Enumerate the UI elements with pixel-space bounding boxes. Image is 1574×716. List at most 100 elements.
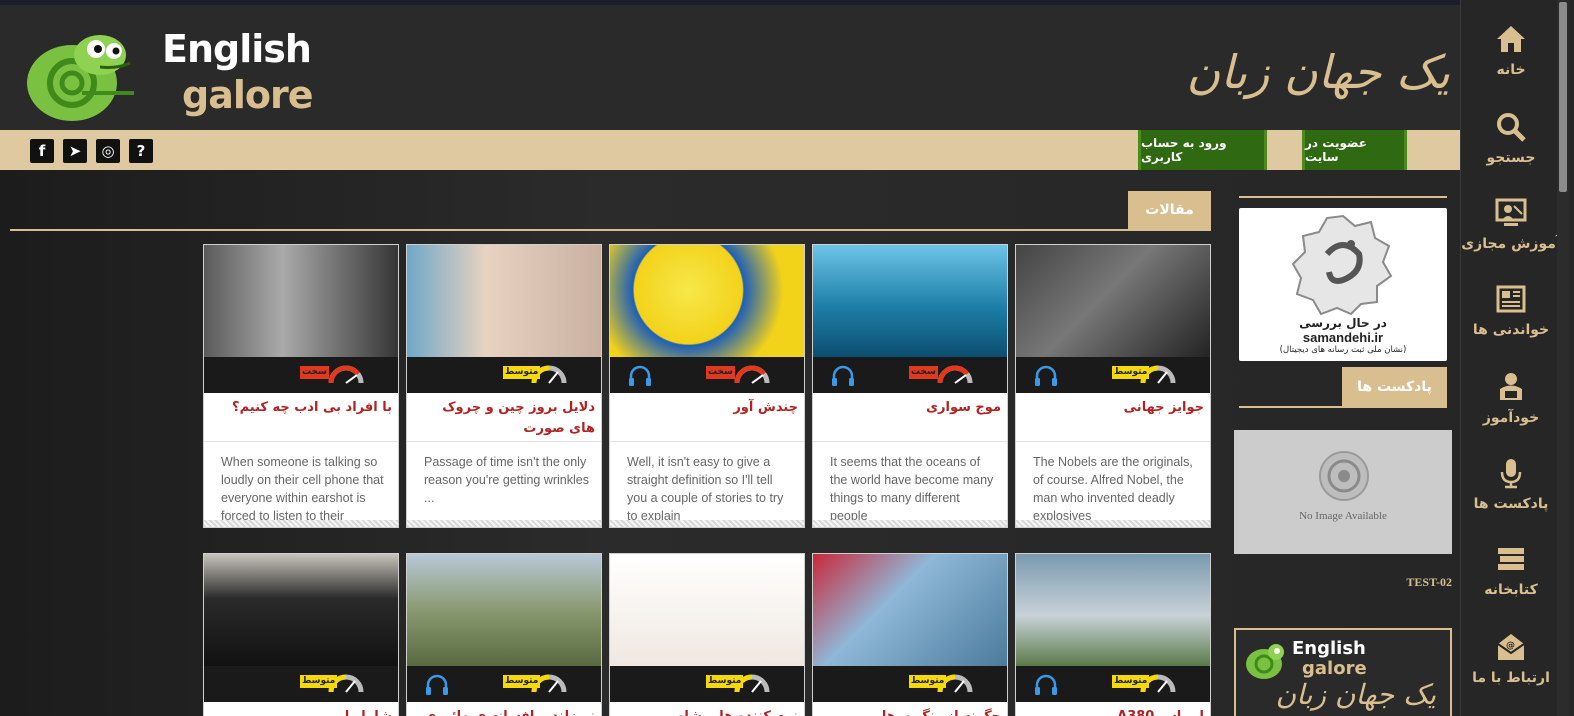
card-bottom-stripe: [407, 520, 601, 527]
article-thumbnail[interactable]: [204, 554, 398, 666]
article-card[interactable]: متوسط نرم کننده ها و شامپو: [609, 553, 805, 716]
slogan-calligraphy: یک جهان زبان: [1186, 45, 1450, 99]
nav-label: خودآموز: [1482, 410, 1540, 426]
top-bar: f ➤ ◎ ? ورود به حساب کاربری عضویت در سای…: [0, 130, 1460, 170]
nav-item-podcasts[interactable]: پادکست ها: [1461, 456, 1561, 542]
self-study-icon: [1500, 373, 1522, 400]
difficulty-label: سخت: [300, 366, 329, 379]
article-excerpt: The Nobels are the originals, of course.…: [1033, 455, 1193, 523]
article-card[interactable]: سخت موج سواری It seems that the oceans of …: [812, 244, 1008, 528]
card-separator: [610, 441, 804, 442]
nav-item-virtual-class[interactable]: آموزش مجازی: [1461, 196, 1561, 282]
article-title[interactable]: ایرباس A380: [1024, 706, 1204, 716]
article-card[interactable]: متوسط نیوزلند و افسانه ی مائوری: [406, 553, 602, 716]
headphones-icon[interactable]: [831, 365, 855, 387]
article-card[interactable]: سخت با افراد بی ادب چه کنیم؟ When someone …: [203, 244, 399, 528]
podcasts-divider: [1239, 406, 1447, 408]
article-title[interactable]: چندش آور: [618, 397, 798, 418]
svg-text:@: @: [1506, 641, 1515, 651]
headphones-icon[interactable]: [628, 365, 652, 387]
article-card[interactable]: متوسط دلایل بروز چین و چروک های صورت Passa…: [406, 244, 602, 528]
card-bottom-stripe: [610, 520, 804, 527]
podcasts-section-title[interactable]: پادکست ها: [1342, 367, 1447, 407]
articles-section-title[interactable]: مقالات: [1128, 191, 1211, 229]
article-meta-bar: متوسط: [813, 666, 1007, 702]
article-meta-bar: متوسط: [1016, 357, 1210, 393]
difficulty-gauge-icon: [937, 365, 973, 384]
chameleon-small-icon: [1246, 644, 1284, 679]
difficulty-label: متوسط: [300, 675, 338, 688]
nav-label: کتابخانه: [1484, 582, 1538, 598]
instagram-icon[interactable]: ◎: [96, 139, 120, 163]
nav-label: خانه: [1496, 62, 1526, 78]
help-icon[interactable]: ?: [129, 139, 153, 163]
banner-text-galore: galore: [1302, 658, 1367, 679]
article-title[interactable]: نرم کننده ها و شامپو: [618, 706, 798, 716]
site-banner[interactable]: English galore یک جهان زبان: [1234, 628, 1452, 716]
samandehi-seal-icon: [1291, 214, 1393, 316]
nav-item-readings[interactable]: خواندنی ها: [1461, 282, 1561, 368]
nav-item-search[interactable]: جستجو: [1461, 110, 1561, 196]
podcast-thumbnail[interactable]: No Image Available: [1234, 430, 1452, 554]
article-card[interactable]: سخت چندش آور Well, it isn't easy to give a…: [609, 244, 805, 528]
scrollbar-thumb[interactable]: [1559, 2, 1567, 192]
article-card[interactable]: متوسط شلوار لی: [203, 553, 399, 716]
nav-label: پادکست ها: [1473, 496, 1549, 512]
facebook-icon[interactable]: f: [30, 139, 54, 163]
article-card[interactable]: متوسط چگونه از رنگ موها: [812, 553, 1008, 716]
difficulty-label: متوسط: [909, 675, 947, 688]
podcast-title[interactable]: TEST-02: [1380, 575, 1452, 590]
article-title[interactable]: جوایز جهانی: [1024, 397, 1204, 418]
article-thumbnail[interactable]: [1016, 554, 1210, 666]
article-title[interactable]: چگونه از رنگ موها: [821, 706, 1001, 716]
nav-item-self-study[interactable]: خودآموز: [1461, 370, 1561, 456]
article-card[interactable]: متوسط جوایز جهانی The Nobels are the origi…: [1015, 244, 1211, 528]
register-button[interactable]: عضویت در سایت: [1302, 130, 1407, 170]
article-thumbnail[interactable]: [813, 245, 1007, 357]
sidebar-divider: [1239, 196, 1447, 198]
article-thumbnail[interactable]: [1016, 245, 1210, 357]
article-title[interactable]: با افراد بی ادب چه کنیم؟: [212, 397, 392, 418]
article-title[interactable]: دلایل بروز چین و چروک های صورت: [415, 397, 595, 439]
article-thumbnail[interactable]: [407, 245, 601, 357]
article-excerpt: When someone is talking so loudly on the…: [221, 455, 384, 523]
site-logo[interactable]: English galore: [22, 19, 322, 129]
article-thumbnail[interactable]: [204, 245, 398, 357]
article-thumbnail[interactable]: [610, 245, 804, 357]
search-icon: [1497, 113, 1526, 142]
article-card[interactable]: متوسط ایرباس A380: [1015, 553, 1211, 716]
nav-label: آموزش مجازی: [1461, 236, 1561, 252]
article-excerpt: Well, it isn't easy to give a straight d…: [627, 455, 784, 523]
badge-status: در حال بررسی: [1299, 316, 1387, 330]
article-thumbnail[interactable]: [407, 554, 601, 666]
headphones-icon[interactable]: [1034, 365, 1058, 387]
books-icon: [1498, 548, 1524, 570]
difficulty-gauge-icon: [328, 365, 364, 384]
login-button[interactable]: ورود به حساب کاربری: [1138, 130, 1267, 170]
article-title[interactable]: شلوار لی: [212, 706, 392, 716]
nav-item-contact[interactable]: @ ارتباط با ما: [1461, 630, 1561, 716]
logo-text-galore: galore: [182, 73, 313, 117]
badge-caption: (نشان ملی ثبت رسانه های دیجیتال): [1279, 345, 1407, 355]
article-thumbnail[interactable]: [610, 554, 804, 666]
headphones-icon[interactable]: [425, 674, 449, 696]
banner-slogan: یک جهان زبان: [1275, 678, 1436, 711]
article-title[interactable]: موج سواری: [821, 397, 1001, 418]
article-meta-bar: متوسط: [204, 666, 398, 702]
contact-mail-icon: @: [1497, 634, 1525, 660]
article-title[interactable]: نیوزلند و افسانه ی مائوری: [415, 706, 595, 716]
nav-item-home[interactable]: خانه: [1461, 22, 1561, 108]
telegram-icon[interactable]: ➤: [63, 139, 87, 163]
headphones-icon[interactable]: [1034, 674, 1058, 696]
difficulty-label: متوسط: [1112, 675, 1150, 688]
article-meta-bar: متوسط: [407, 666, 601, 702]
scrollbar[interactable]: [1557, 0, 1569, 716]
card-separator: [813, 441, 1007, 442]
samandehi-badge[interactable]: در حال بررسی samandehi.ir (نشان ملی ثبت …: [1239, 208, 1447, 361]
section-divider: [10, 229, 1211, 231]
nav-item-library[interactable]: کتابخانه: [1461, 542, 1561, 628]
article-meta-bar: سخت: [813, 357, 1007, 393]
difficulty-label: متوسط: [503, 675, 541, 688]
article-excerpt: It seems that the oceans of the world ha…: [830, 455, 994, 523]
article-thumbnail[interactable]: [813, 554, 1007, 666]
